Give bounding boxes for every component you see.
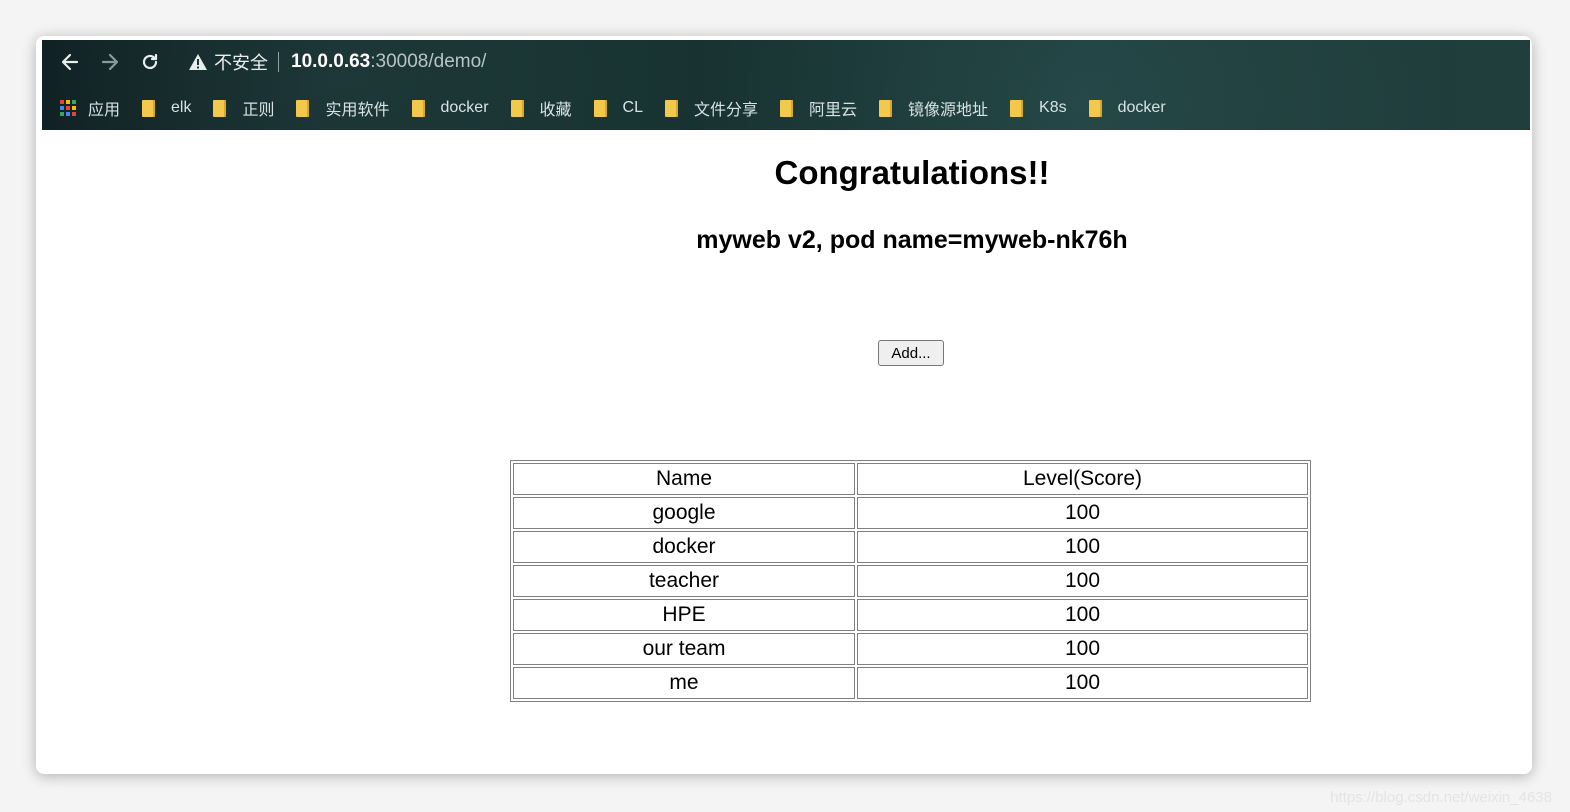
cell-name: me (513, 667, 855, 699)
add-button[interactable]: Add... (878, 340, 944, 366)
table-row: teacher 100 (513, 565, 1308, 597)
bookmark-folder-mirrors[interactable]: 镜像源地址 (879, 96, 988, 120)
cell-score: 100 (857, 497, 1308, 529)
reload-button[interactable] (130, 44, 170, 80)
bookmark-folder-regex[interactable]: 正则 (213, 96, 274, 120)
bookmark-label: 阿里云 (809, 102, 858, 119)
bookmark-label: 镜像源地址 (908, 102, 989, 119)
bookmark-folder-docker-2[interactable]: docker (1088, 99, 1166, 117)
bookmark-label: 应用 (88, 102, 121, 119)
insecure-label[interactable]: 不安全 (214, 49, 268, 75)
bookmark-folder-aliyun[interactable]: 阿里云 (780, 96, 857, 120)
table-row: me 100 (513, 667, 1308, 699)
url-host: 10.0.0.63 (291, 51, 371, 72)
cell-name: teacher (513, 565, 855, 597)
bookmark-folder-favorites[interactable]: 收藏 (510, 96, 572, 120)
folder-icon (411, 99, 425, 117)
column-header-name: Name (513, 463, 855, 495)
table-row: HPE 100 (513, 599, 1308, 631)
folder-icon (296, 99, 310, 117)
watermark: https://blog.csdn.net/weixin_4638 (1330, 789, 1552, 806)
bookmark-label: K8s (1039, 99, 1067, 116)
folder-icon (665, 99, 678, 117)
cell-score: 100 (857, 531, 1308, 563)
bookmark-label: 文件分享 (694, 102, 759, 119)
bookmarks-bar: 应用 elk 正则 实用软件 docker 收藏 CL 文件分享 阿里云 镜像源… (60, 94, 1188, 122)
table-row: docker 100 (513, 531, 1308, 563)
bookmark-label: 实用软件 (325, 102, 390, 119)
warning-icon[interactable] (188, 53, 208, 71)
arrow-right-icon (101, 53, 119, 71)
table-row: google 100 (513, 497, 1308, 529)
screenshot-frame: 不安全 10.0.0.63 :30008/demo/ 应用 elk 正则 实用软… (36, 36, 1532, 774)
apps-grid-icon (60, 100, 76, 116)
cell-name: HPE (513, 599, 855, 631)
column-header-level: Level(Score) (857, 463, 1308, 495)
bookmark-folder-software[interactable]: 实用软件 (296, 96, 390, 120)
page-subtitle: myweb v2, pod name=myweb-nk76h (696, 226, 1128, 254)
cell-name: google (513, 497, 855, 529)
cell-score: 100 (857, 633, 1308, 665)
folder-icon (593, 99, 607, 117)
arrow-left-icon (61, 53, 79, 71)
cell-score: 100 (857, 667, 1308, 699)
folder-icon (1010, 99, 1024, 117)
url-path: :30008/demo/ (370, 51, 487, 72)
browser-toolbar: 不安全 10.0.0.63 :30008/demo/ (42, 40, 1530, 84)
page-title: Congratulations!! (774, 154, 1050, 191)
folder-icon (510, 99, 524, 117)
folder-icon (879, 99, 893, 117)
bookmark-folder-cl[interactable]: CL (593, 99, 643, 117)
folder-icon (142, 99, 156, 117)
browser-chrome: 不安全 10.0.0.63 :30008/demo/ 应用 elk 正则 实用软… (42, 40, 1530, 130)
back-button[interactable] (50, 44, 90, 80)
cell-score: 100 (857, 599, 1308, 631)
table-row: our team 100 (513, 633, 1308, 665)
page-content: Congratulations!! myweb v2, pod name=myw… (42, 130, 1530, 774)
folder-icon (1088, 99, 1102, 117)
bookmark-folder-docker[interactable]: docker (411, 99, 489, 117)
folder-icon (213, 99, 227, 117)
folder-icon (780, 99, 794, 117)
bookmark-folder-elk[interactable]: elk (142, 99, 191, 117)
bookmark-label: docker (1117, 99, 1166, 116)
cell-name: docker (513, 531, 855, 563)
cell-name: our team (513, 633, 855, 665)
score-table: Name Level(Score) google 100 docker 100 … (510, 460, 1311, 702)
bookmark-label: 收藏 (539, 102, 572, 119)
bookmark-label: 正则 (242, 102, 275, 119)
address-bar[interactable]: 不安全 10.0.0.63 :30008/demo/ (176, 45, 1518, 79)
bookmark-label: elk (171, 99, 192, 116)
cell-score: 100 (857, 565, 1308, 597)
table-header-row: Name Level(Score) (513, 463, 1308, 495)
reload-icon (142, 53, 158, 70)
bookmark-folder-file-share[interactable]: 文件分享 (665, 96, 758, 120)
bookmark-label: CL (622, 99, 643, 116)
bookmark-label: docker (440, 99, 489, 116)
address-separator (278, 52, 279, 72)
forward-button[interactable] (90, 44, 130, 80)
bookmark-apps[interactable]: 应用 (60, 96, 120, 120)
bookmark-folder-k8s[interactable]: K8s (1010, 99, 1067, 117)
